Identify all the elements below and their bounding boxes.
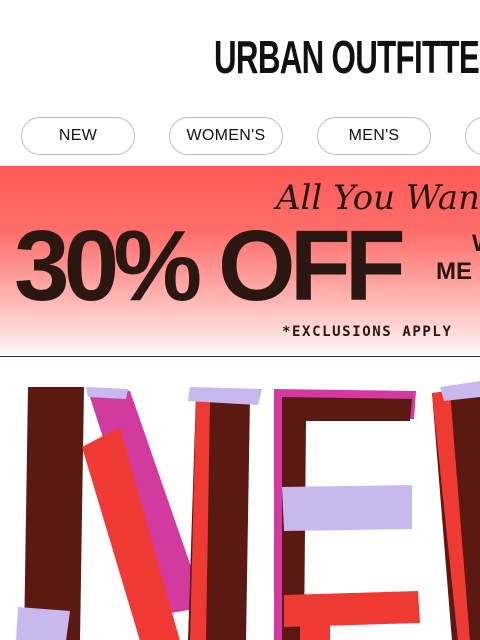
letter-e-middle-bar <box>282 485 412 531</box>
lavender-stroke-1 <box>86 387 128 399</box>
letter-n-left-stem <box>24 387 84 640</box>
letter-e-bottom-accent <box>300 595 330 640</box>
promo-headline: 30% OFF <box>14 210 406 322</box>
nav-pill-next[interactable] <box>465 117 480 155</box>
promo-side-text-1: W <box>472 230 480 258</box>
nav-pill-new[interactable]: NEW <box>21 117 135 155</box>
promo-exclusions-note: *EXCLUSIONS APPLY <box>282 324 453 340</box>
header: URBAN OUTFITTERS <box>0 0 480 110</box>
promo-side-text-2: ME <box>436 258 472 285</box>
hero-artwork-new <box>16 381 480 640</box>
nav-pill-mens[interactable]: MEN'S <box>317 117 431 155</box>
nav-pill-womens[interactable]: WOMEN'S <box>169 117 283 155</box>
brand-logo[interactable]: URBAN OUTFITTERS <box>214 30 480 84</box>
category-nav: NEW WOMEN'S MEN'S <box>0 117 480 157</box>
hero-image[interactable] <box>0 356 480 640</box>
promo-banner[interactable]: All You Want 30% OFF W ME *EXCLUSIONS AP… <box>0 166 480 354</box>
lavender-stroke-3 <box>16 607 70 640</box>
